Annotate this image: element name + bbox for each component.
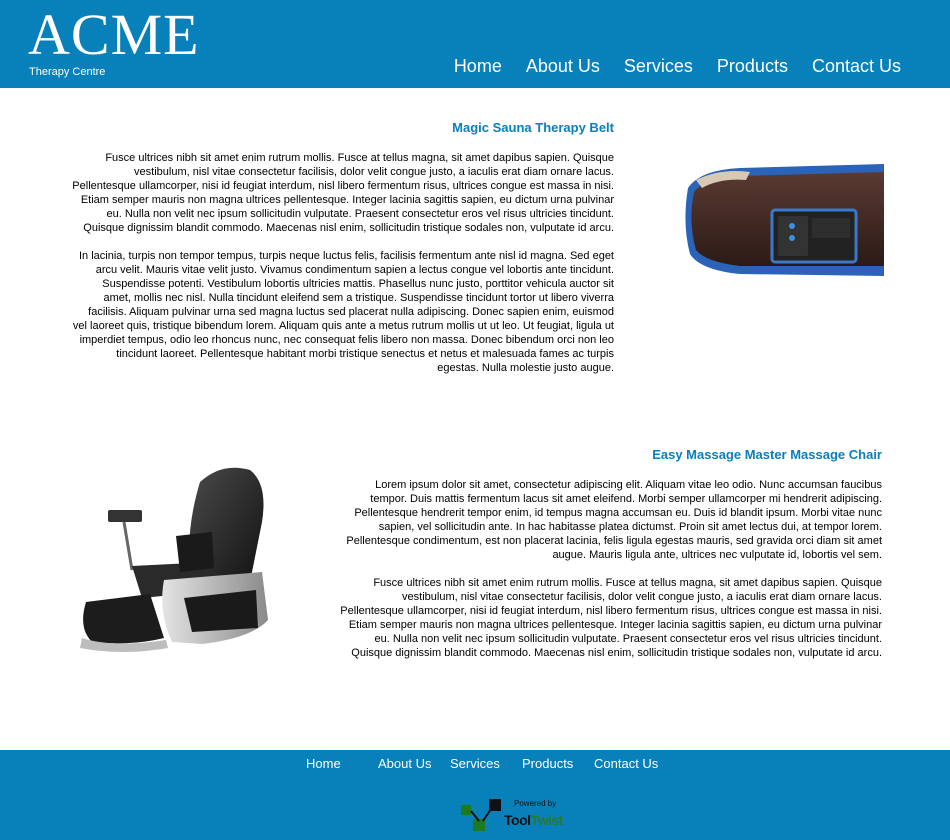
tooltwist-wordmark-tool: Tool <box>504 812 531 828</box>
nav-services[interactable]: Services <box>624 56 693 77</box>
product-title: Magic Sauna Therapy Belt <box>452 120 614 135</box>
product-section-massage-chair: Easy Massage Master Massage Chair Lorem … <box>340 447 882 660</box>
nav-about-us[interactable]: About Us <box>526 56 600 77</box>
footer-nav-services[interactable]: Services <box>450 756 500 771</box>
footer-nav-home[interactable]: Home <box>306 756 341 771</box>
product-description: Lorem ipsum dolor sit amet, consectetur … <box>346 479 882 561</box>
main-nav: Home About Us Services Products Contact … <box>454 56 901 77</box>
sauna-belt-image <box>685 164 884 276</box>
nav-home[interactable]: Home <box>454 56 502 77</box>
footer-nav-products[interactable]: Products <box>522 756 573 771</box>
site-header: ACME Therapy Centre Home About Us Servic… <box>0 0 950 88</box>
product-description: Fusce ultrices nibh sit amet enim rutrum… <box>340 577 882 659</box>
tooltwist-wordmark-twist: Twist <box>530 812 564 828</box>
footer-nav: Home About Us Services Products Contact … <box>0 756 950 772</box>
product-description: In lacinia, turpis non tempor tempus, tu… <box>72 250 614 374</box>
powered-by-tooltwist[interactable]: Powered by ToolTwist <box>459 799 569 833</box>
nav-contact-us[interactable]: Contact Us <box>812 56 901 77</box>
footer-nav-about-us[interactable]: About Us <box>378 756 431 771</box>
site-logo[interactable]: ACME Therapy Centre <box>28 2 200 79</box>
footer-nav-contact-us[interactable]: Contact Us <box>594 756 658 771</box>
logo-text: ACME <box>28 2 200 67</box>
site-footer: Home About Us Services Products Contact … <box>0 750 950 840</box>
logo-tagline: Therapy Centre <box>29 66 106 78</box>
massage-chair-image <box>80 467 268 652</box>
product-section-sauna-belt: Magic Sauna Therapy Belt Fusce ultrices … <box>72 120 614 375</box>
product-title: Easy Massage Master Massage Chair <box>652 447 882 462</box>
tooltwist-logo-icon <box>461 799 501 831</box>
tooltwist-wordmark: ToolTwist <box>504 812 563 828</box>
nav-products[interactable]: Products <box>717 56 788 77</box>
powered-by-label: Powered by <box>514 799 557 808</box>
product-description: Fusce ultrices nibh sit amet enim rutrum… <box>72 152 614 234</box>
